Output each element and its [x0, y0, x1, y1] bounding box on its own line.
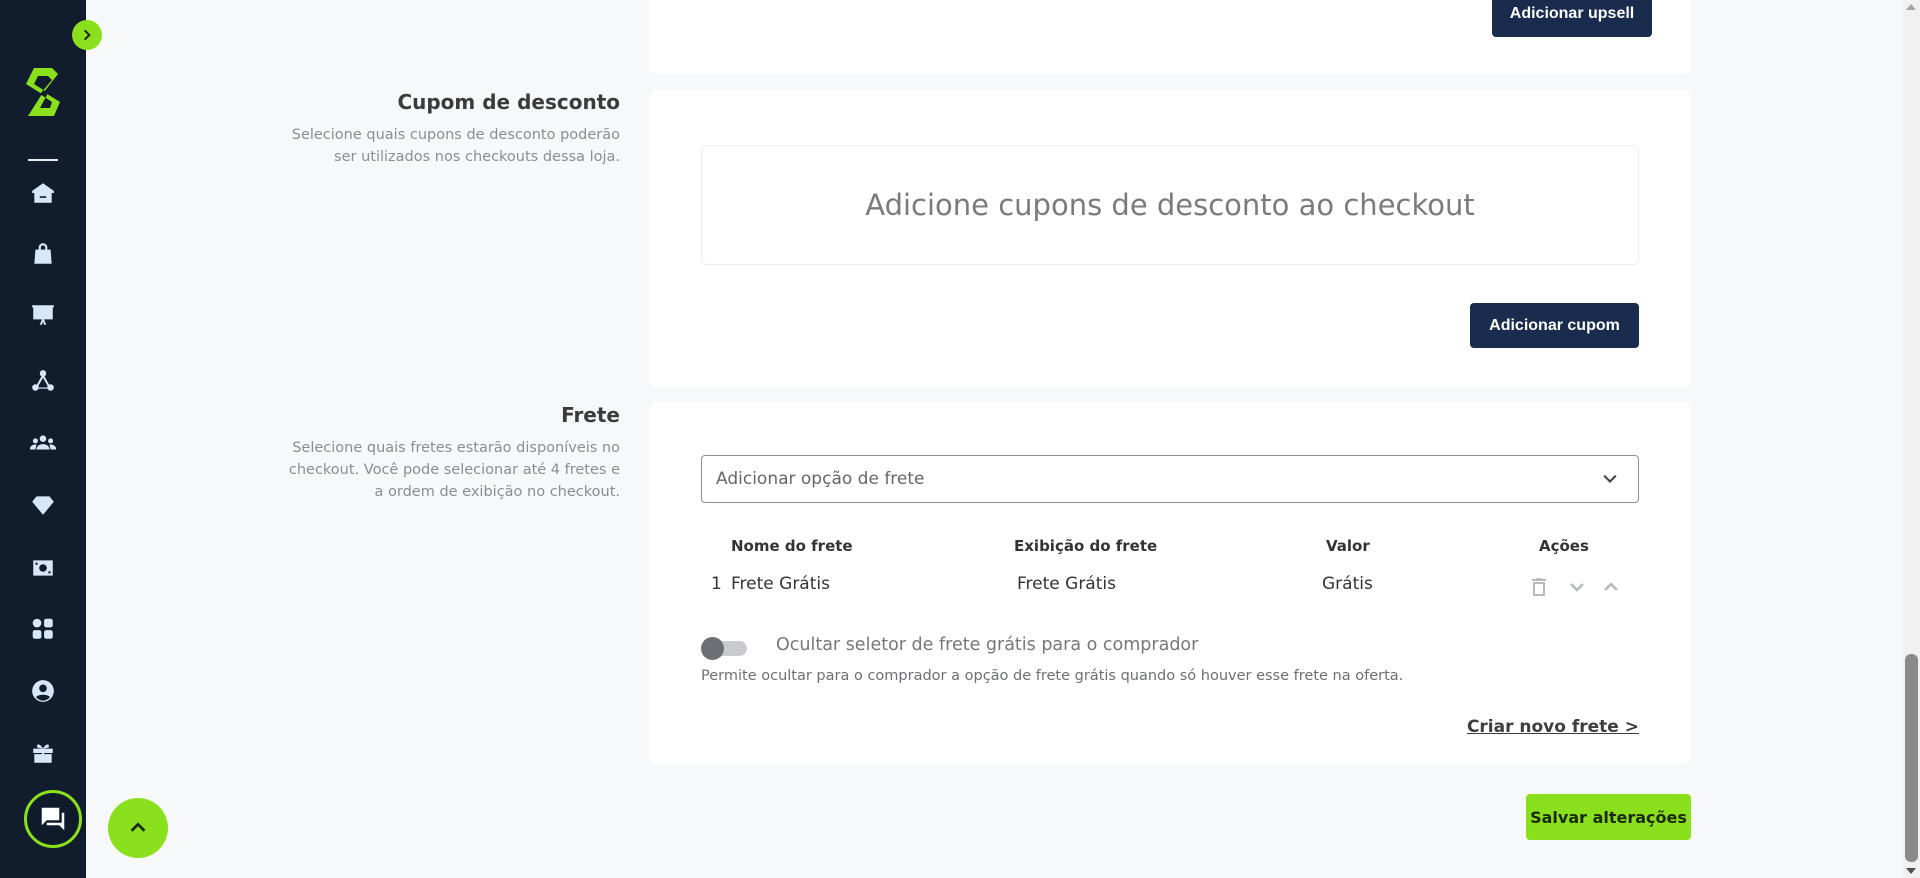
network-icon[interactable] — [28, 366, 58, 396]
bag-icon[interactable] — [28, 239, 58, 269]
chevron-right-icon — [83, 29, 91, 41]
app-logo — [26, 68, 60, 116]
users-icon[interactable] — [28, 428, 58, 458]
row-shipping-display: Frete Grátis — [1017, 574, 1116, 594]
diamond-icon[interactable] — [28, 490, 58, 520]
row-shipping-value: Grátis — [1322, 574, 1373, 594]
scroll-thumb[interactable] — [1905, 654, 1918, 862]
col-shipping-value: Valor — [1326, 537, 1370, 555]
chevron-down-icon — [1603, 474, 1617, 483]
row-shipping-name: Frete Grátis — [731, 574, 830, 594]
add-upsell-button[interactable]: Adicionar upsell — [1492, 0, 1652, 37]
expand-sidebar-button[interactable] — [72, 20, 102, 50]
hide-free-shipping-toggle[interactable] — [701, 637, 747, 660]
chat-icon — [41, 807, 65, 831]
account-icon[interactable] — [28, 676, 58, 706]
home-icon[interactable] — [28, 178, 58, 208]
apps-icon[interactable] — [28, 614, 58, 644]
coupon-title: Cupom de desconto — [397, 90, 620, 114]
page-scrollbar[interactable] — [1903, 0, 1920, 878]
col-shipping-name: Nome do frete — [731, 537, 853, 555]
shipping-section-header: Frete Selecione quais fretes estarão dis… — [280, 403, 620, 503]
toggle-knob — [701, 637, 724, 660]
scroll-down-arrow[interactable] — [1906, 868, 1916, 874]
create-shipping-link[interactable]: Criar novo frete > — [1467, 717, 1639, 737]
shipping-card: Adicionar opção de frete Nome do frete E… — [649, 402, 1691, 764]
col-shipping-display: Exibição do frete — [1014, 537, 1158, 555]
sidebar-divider — [28, 159, 58, 161]
chevron-up-icon — [130, 822, 146, 832]
presentation-chart-icon[interactable] — [28, 300, 58, 330]
save-changes-button[interactable]: Salvar alterações — [1526, 794, 1691, 840]
coupon-description: Selecione quais cupons de desconto poder… — [291, 127, 620, 165]
scroll-up-arrow[interactable] — [1906, 4, 1916, 10]
toggle-label: Ocultar seletor de frete grátis para o c… — [776, 635, 1199, 655]
move-down-icon[interactable] — [1565, 575, 1589, 599]
coupon-section-header: Cupom de desconto Selecione quais cupons… — [280, 90, 620, 168]
add-coupon-button[interactable]: Adicionar cupom — [1470, 303, 1639, 348]
sidebar — [0, 0, 86, 878]
move-up-icon[interactable] — [1599, 575, 1623, 599]
shipping-option-select[interactable]: Adicionar opção de frete — [701, 455, 1639, 503]
row-index: 1 — [711, 574, 722, 594]
col-shipping-actions: Ações — [1539, 537, 1589, 555]
coupon-empty-state: Adicione cupons de desconto ao checkout — [701, 145, 1639, 265]
shipping-title: Frete — [561, 403, 620, 427]
coupon-card: Adicione cupons de desconto ao checkout … — [649, 90, 1691, 387]
shipping-description: Selecione quais fretes estarão disponíve… — [288, 440, 620, 500]
chat-button[interactable] — [24, 790, 82, 848]
money-icon[interactable] — [28, 553, 58, 583]
toggle-help-text: Permite ocultar para o comprador a opção… — [701, 668, 1404, 684]
shipping-select-placeholder: Adicionar opção de frete — [716, 469, 925, 489]
scroll-to-top-button[interactable] — [108, 798, 168, 858]
delete-icon[interactable] — [1527, 575, 1551, 599]
gift-icon[interactable] — [28, 738, 58, 768]
upsell-card: Adicionar upsell — [649, 0, 1691, 74]
